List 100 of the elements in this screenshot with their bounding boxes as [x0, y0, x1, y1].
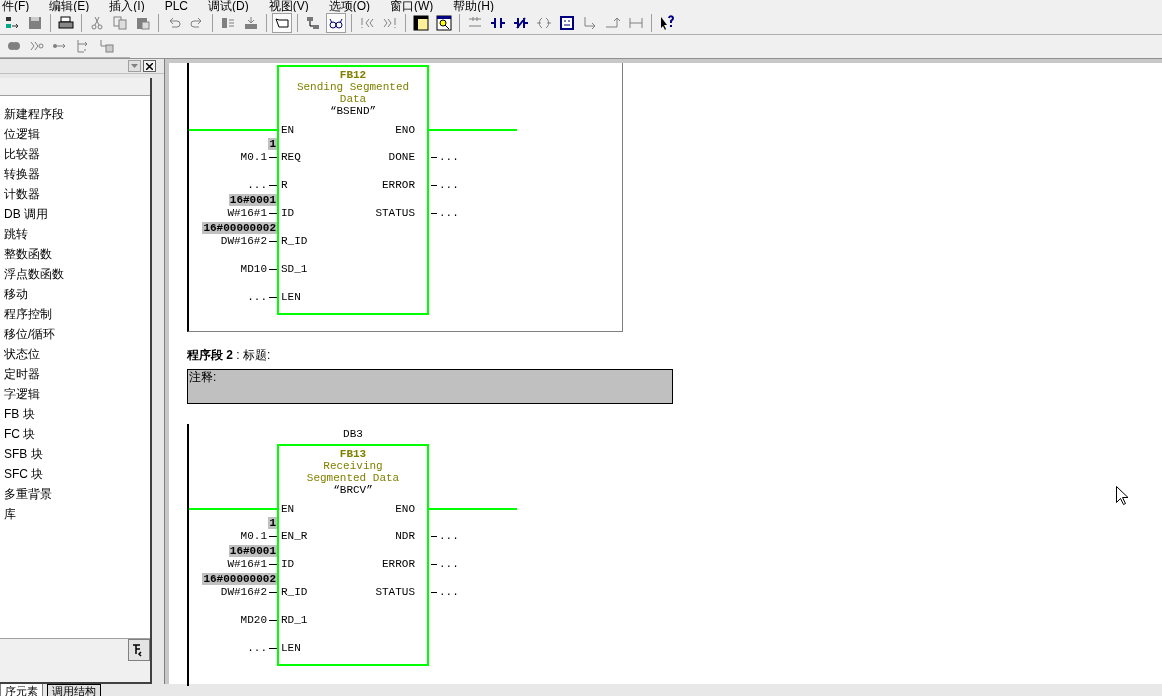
status-value: 16#00000002: [202, 221, 277, 234]
palette-item[interactable]: FB 块: [4, 404, 150, 424]
menu-item[interactable]: PLC: [164, 0, 188, 12]
block-name: FB12: [339, 69, 367, 81]
palette-item[interactable]: FC 块: [4, 424, 150, 444]
print-icon: [58, 15, 74, 31]
menu-item[interactable]: 窗口(W): [390, 0, 434, 12]
module-icon: [220, 15, 236, 31]
menu-item[interactable]: 选项(O): [328, 0, 370, 12]
output-parameter: ERROR: [382, 556, 416, 572]
palette-item[interactable]: 字逻辑: [4, 384, 150, 404]
input-parameter: ID: [281, 205, 295, 221]
palette-item[interactable]: 比较器: [4, 144, 150, 164]
operand: ...: [247, 177, 267, 193]
palette-item[interactable]: 浮点数函数: [4, 264, 150, 284]
save-icon: [27, 15, 43, 31]
operand: ...: [439, 205, 459, 221]
network-title: 程序段 2 : 标题:: [187, 347, 272, 364]
glasses-button[interactable]: [326, 13, 346, 33]
output-parameter: ERROR: [382, 177, 416, 193]
close-button[interactable]: [143, 60, 156, 72]
operand: ...: [439, 149, 459, 165]
menu-item[interactable]: 视图(V): [268, 0, 309, 12]
input-parameter: R_ID: [281, 584, 308, 600]
palette-item[interactable]: 位逻辑: [4, 124, 150, 144]
copy-icon: [112, 15, 128, 31]
coil-icon: [536, 15, 552, 31]
operand: MD20: [240, 612, 267, 628]
cut-icon: [89, 15, 105, 31]
input-parameter: EN: [281, 501, 295, 517]
zoom-view-button[interactable]: [434, 13, 454, 33]
palette-item[interactable]: 计数器: [4, 184, 150, 204]
status-value: 16#00000002: [202, 572, 277, 585]
branch-icon: [582, 15, 598, 31]
output-parameter: ENO: [395, 122, 416, 138]
copy-button[interactable]: [110, 13, 130, 33]
input-parameter: EN_R: [281, 528, 308, 544]
operand: MD10: [240, 261, 267, 277]
palette-item[interactable]: 新建程序段: [4, 104, 150, 124]
jump-forward-icon: [382, 15, 398, 31]
operand: ...: [439, 556, 459, 572]
input-parameter: RD_1: [281, 612, 308, 628]
operand: ...: [439, 177, 459, 193]
download-icon: [243, 15, 259, 31]
palette-item[interactable]: 移动: [4, 284, 150, 304]
menu-item[interactable]: 件(F): [2, 0, 30, 12]
dropdown-arrow-icon: [131, 64, 138, 68]
window-icon: [413, 15, 429, 31]
palette-item[interactable]: 多重背景: [4, 484, 150, 504]
input-parameter: REQ: [281, 149, 301, 165]
palette-item[interactable]: 程序控制: [4, 304, 150, 324]
palette-item[interactable]: 跳转: [4, 224, 150, 244]
palette-item[interactable]: SFC 块: [4, 464, 150, 484]
block-name: FB13: [339, 448, 367, 460]
palette-item[interactable]: 整数函数: [4, 244, 150, 264]
panel-tab[interactable]: 调用结构: [47, 684, 101, 696]
monitor-icon: [274, 15, 290, 31]
nodes-icon: [305, 15, 321, 31]
palette-item[interactable]: SFB 块: [4, 444, 150, 464]
help-icon: [659, 15, 675, 31]
output-parameter: NDR: [395, 528, 416, 544]
status-value: 1: [268, 516, 277, 529]
monitor-button[interactable]: [272, 13, 292, 33]
comment-field[interactable]: 注释:: [187, 369, 673, 404]
palette-item[interactable]: 状态位: [4, 344, 150, 364]
palette-item[interactable]: 移位/循环: [4, 324, 150, 344]
input-parameter: SD_1: [281, 261, 308, 277]
output-parameter: DONE: [388, 149, 416, 165]
panel-tab[interactable]: 序元素: [0, 684, 43, 696]
menu-item[interactable]: 帮助(H): [453, 0, 494, 12]
block-description: Data: [339, 93, 367, 105]
palette-item[interactable]: 定时器: [4, 364, 150, 384]
close-icon: [146, 62, 153, 70]
output-parameter: STATUS: [375, 584, 416, 600]
status-value: 16#0001: [228, 193, 277, 206]
output-parameter: ENO: [395, 501, 416, 517]
input-parameter: R_ID: [281, 233, 308, 249]
box-button[interactable]: [557, 13, 577, 33]
block-symbol: “BSEND”: [329, 105, 377, 117]
block-description: Receiving: [323, 460, 383, 472]
negated-contact-icon: [513, 15, 529, 31]
operand: ...: [247, 289, 267, 305]
window-button[interactable]: [411, 13, 431, 33]
input-parameter: ID: [281, 556, 295, 572]
block-symbol: “BRCV”: [333, 484, 373, 496]
menu-item[interactable]: 编辑(E): [49, 0, 90, 12]
block-description: Sending Segmented: [296, 81, 410, 93]
paste-icon: [135, 15, 151, 31]
palette-item[interactable]: 库: [4, 504, 150, 524]
input-parameter: LEN: [281, 640, 301, 656]
input-parameter: LEN: [281, 289, 301, 305]
operand: ...: [247, 640, 267, 656]
palette-item[interactable]: DB 调用: [4, 204, 150, 224]
menu-item[interactable]: 调试(D): [208, 0, 249, 12]
block-description: Segmented Data: [306, 472, 400, 484]
branch-close-icon: [605, 15, 621, 31]
insert-button[interactable]: [128, 639, 150, 661]
status-value: 16#0001: [228, 544, 277, 557]
menu-item[interactable]: 插入(I): [109, 0, 145, 12]
palette-item[interactable]: 转换器: [4, 164, 150, 184]
